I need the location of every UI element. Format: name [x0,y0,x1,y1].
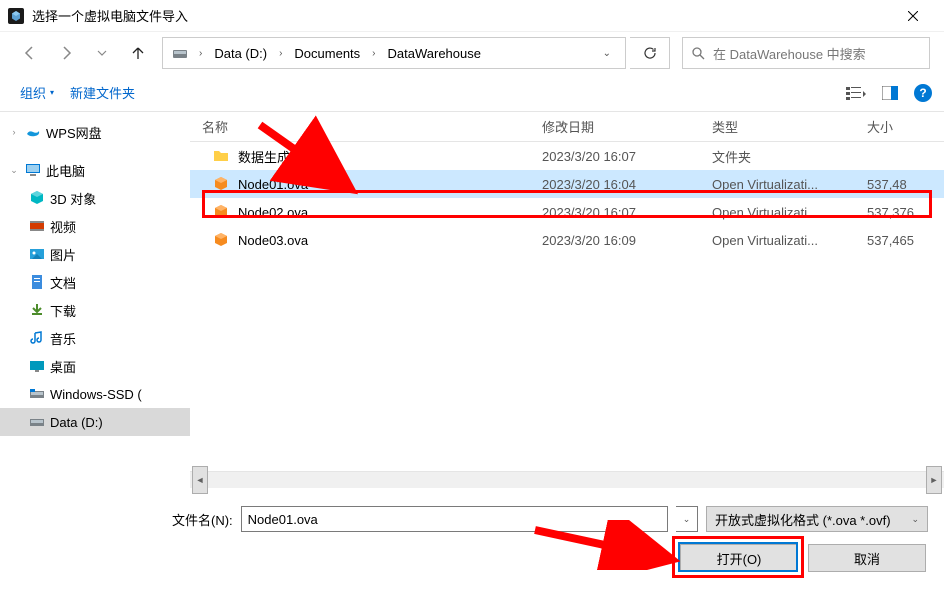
button-row: 打开(O) 取消 [16,544,928,572]
pictures-icon [28,245,46,263]
scroll-left-icon[interactable]: ◄ [192,466,208,494]
title-bar: 选择一个虚拟电脑文件导入 [0,0,944,32]
chevron-right-icon[interactable]: › [193,48,208,59]
tree-label: 桌面 [50,357,76,376]
search-placeholder: 在 DataWarehouse 中搜索 [713,44,866,63]
drive-icon [28,385,46,403]
col-header-type[interactable]: 类型 [700,117,855,136]
col-header-size[interactable]: 大小 [855,117,915,136]
breadcrumb-dropdown[interactable]: ⌄ [593,48,621,59]
sidebar-item-wps[interactable]: › WPS网盘 [0,118,190,146]
close-button[interactable] [890,0,936,32]
documents-icon [28,273,46,291]
nav-bar: › Data (D:) › Documents › DataWarehouse … [0,32,944,74]
column-headers: 名称 ︿ 修改日期 类型 大小 [190,112,944,142]
help-button[interactable]: ? [914,84,932,102]
sidebar-item-documents[interactable]: 文档 [0,268,190,296]
toolbar: 组织▾ 新建文件夹 ? [0,74,944,112]
organize-menu[interactable]: 组织▾ [12,79,62,106]
new-folder-button[interactable]: 新建文件夹 [62,79,143,106]
sidebar-item-3d[interactable]: 3D 对象 [0,184,190,212]
sort-indicator-icon: ︿ [560,116,568,127]
tree-label: 音乐 [50,329,76,348]
chevron-right-icon[interactable]: › [273,48,288,59]
back-button[interactable] [14,37,46,69]
desktop-icon [28,357,46,375]
sidebar-item-pictures[interactable]: 图片 [0,240,190,268]
chevron-right-icon[interactable]: › [366,48,381,59]
sidebar-item-desktop[interactable]: 桌面 [0,352,190,380]
caret-down-icon[interactable]: ⌄ [8,165,20,176]
open-button[interactable]: 打开(O) [680,544,798,572]
window-title: 选择一个虚拟电脑文件导入 [32,6,890,25]
cancel-button[interactable]: 取消 [808,544,926,572]
ova-icon [212,231,230,249]
crumb-drive[interactable]: Data (D:) [208,46,273,61]
crumb-datawarehouse[interactable]: DataWarehouse [382,46,487,61]
col-header-date[interactable]: 修改日期 [530,117,700,136]
tree-label: 此电脑 [46,161,85,180]
caret-icon[interactable]: › [8,127,20,137]
horizontal-scrollbar[interactable]: ◄ ► [190,471,944,488]
tree-label: 3D 对象 [50,189,96,208]
col-header-name[interactable]: 名称 [190,117,530,136]
music-icon [28,329,46,347]
wps-icon [24,123,42,141]
3d-icon [28,189,46,207]
tree-label: WPS网盘 [46,123,102,142]
file-rows: 数据生成脚本 2023/3/20 16:07 文件夹 Node01.ova 20… [190,142,944,254]
tree-label: 下载 [50,301,76,320]
app-icon [8,8,24,24]
search-input[interactable]: 在 DataWarehouse 中搜索 [682,37,930,69]
sidebar-item-this-pc[interactable]: ⌄ 此电脑 [0,156,190,184]
main-area: › WPS网盘 ⌄ 此电脑 3D 对象 视频 图片 文档 下载 [0,112,944,488]
tree-label: 文档 [50,273,76,292]
forward-button[interactable] [50,37,82,69]
file-row-folder[interactable]: 数据生成脚本 2023/3/20 16:07 文件夹 [190,142,944,170]
sidebar-item-music[interactable]: 音乐 [0,324,190,352]
downloads-icon [28,301,46,319]
drive-icon [28,413,46,431]
view-options-button[interactable] [846,83,866,103]
bottom-panel: 文件名(N): ⌄ 开放式虚拟化格式 (*.ova *.ovf)⌄ 打开(O) … [0,492,944,592]
tree-label: 图片 [50,245,76,264]
ova-icon [212,203,230,221]
sidebar-item-data-d[interactable]: Data (D:) [0,408,190,436]
file-row-node03[interactable]: Node03.ova 2023/3/20 16:09 Open Virtuali… [190,226,944,254]
tree-label: Data (D:) [50,415,103,430]
filename-input[interactable] [241,506,668,532]
file-list: 名称 ︿ 修改日期 类型 大小 数据生成脚本 2023/3/20 16:07 文… [190,112,944,488]
preview-pane-button[interactable] [880,83,900,103]
file-row-node01[interactable]: Node01.ova 2023/3/20 16:04 Open Virtuali… [190,170,944,198]
filename-label: 文件名(N): [172,510,233,529]
ova-icon [212,175,230,193]
filename-row: 文件名(N): ⌄ 开放式虚拟化格式 (*.ova *.ovf)⌄ [16,506,928,532]
filetype-select[interactable]: 开放式虚拟化格式 (*.ova *.ovf)⌄ [706,506,928,532]
recent-dropdown[interactable] [86,37,118,69]
file-row-node02[interactable]: Node02.ova 2023/3/20 16:07 Open Virtuali… [190,198,944,226]
tree-label: Windows-SSD ( [50,387,142,402]
search-icon [691,46,705,60]
pc-icon [24,161,42,179]
sidebar-item-downloads[interactable]: 下载 [0,296,190,324]
video-icon [28,217,46,235]
drive-icon [171,44,189,62]
breadcrumb-bar[interactable]: › Data (D:) › Documents › DataWarehouse … [162,37,626,69]
up-button[interactable] [122,37,154,69]
crumb-documents[interactable]: Documents [288,46,366,61]
scroll-right-icon[interactable]: ► [926,466,942,494]
sidebar-item-windows-ssd[interactable]: Windows-SSD ( [0,380,190,408]
tree-label: 视频 [50,217,76,236]
sidebar-item-videos[interactable]: 视频 [0,212,190,240]
folder-icon [212,147,230,165]
filename-dropdown[interactable]: ⌄ [676,506,698,532]
refresh-button[interactable] [630,37,670,69]
sidebar: › WPS网盘 ⌄ 此电脑 3D 对象 视频 图片 文档 下载 [0,112,190,488]
